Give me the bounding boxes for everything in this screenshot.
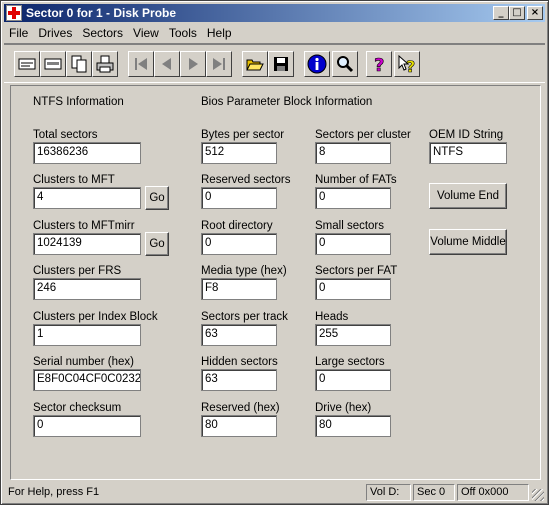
close-button[interactable]: × bbox=[527, 6, 543, 20]
go-mft-button[interactable]: Go bbox=[145, 186, 169, 210]
save-icon[interactable] bbox=[268, 51, 294, 77]
sectors-per-cluster-label: Sectors per cluster bbox=[315, 129, 411, 141]
clusters-to-mftmirr-field[interactable]: 1024139 bbox=[33, 233, 141, 255]
status-sector: Sec 0 bbox=[413, 484, 455, 501]
title-bar[interactable]: Sector 0 for 1 - Disk Probe _ □ × bbox=[4, 4, 545, 22]
serial-number-label: Serial number (hex) bbox=[33, 356, 134, 368]
menu-bar: File Drives Sectors View Tools Help bbox=[4, 24, 545, 42]
svg-text:?: ? bbox=[374, 55, 384, 74]
number-of-fats-label: Number of FATs bbox=[315, 174, 397, 186]
clusters-to-mft-label: Clusters to MFT bbox=[33, 174, 115, 186]
sector-info-panel: NTFS Information Total sectors 16386236 … bbox=[10, 85, 541, 480]
media-type-label: Media type (hex) bbox=[201, 265, 287, 277]
clusters-per-index-block-label: Clusters per Index Block bbox=[33, 311, 158, 323]
root-directory-field[interactable]: 0 bbox=[201, 233, 277, 255]
menu-sectors[interactable]: Sectors bbox=[77, 26, 128, 40]
menu-help[interactable]: Help bbox=[202, 26, 237, 40]
resize-grip[interactable] bbox=[532, 489, 544, 501]
sectors-per-fat-label: Sectors per FAT bbox=[315, 265, 398, 277]
ntfs-heading: NTFS Information bbox=[33, 96, 124, 108]
hidden-sectors-label: Hidden sectors bbox=[201, 356, 278, 368]
volume-middle-button[interactable]: Volume Middle bbox=[429, 229, 507, 255]
heads-label: Heads bbox=[315, 311, 349, 323]
go-mftmirr-button[interactable]: Go bbox=[145, 232, 169, 256]
help-icon[interactable]: ? bbox=[366, 51, 392, 77]
reserved-hex-field[interactable]: 80 bbox=[201, 415, 277, 437]
reserved-sectors-label: Reserved sectors bbox=[201, 174, 291, 186]
menu-tools[interactable]: Tools bbox=[164, 26, 202, 40]
status-volume: Vol D: bbox=[366, 484, 411, 501]
sector-checksum-field[interactable]: 0 bbox=[33, 415, 141, 437]
clusters-to-mft-field[interactable]: 4 bbox=[33, 187, 141, 209]
status-bar: For Help, press F1 Vol D: Sec 0 Off 0x00… bbox=[4, 482, 545, 502]
bytes-per-sector-label: Bytes per sector bbox=[201, 129, 285, 141]
menu-view[interactable]: View bbox=[128, 26, 164, 40]
write-sector-icon[interactable] bbox=[40, 51, 66, 77]
menu-drives[interactable]: Drives bbox=[33, 26, 77, 40]
volume-end-button[interactable]: Volume End bbox=[429, 183, 507, 209]
small-sectors-label: Small sectors bbox=[315, 220, 385, 232]
sectors-per-track-field[interactable]: 63 bbox=[201, 324, 277, 346]
window-title: Sector 0 for 1 - Disk Probe bbox=[26, 6, 177, 20]
reserved-sectors-field[interactable]: 0 bbox=[201, 187, 277, 209]
read-sector-icon[interactable] bbox=[14, 51, 40, 77]
hidden-sectors-field[interactable]: 63 bbox=[201, 369, 277, 391]
bpb-heading: Bios Parameter Block Information bbox=[201, 96, 373, 108]
toolbar: ? ? bbox=[4, 43, 545, 83]
first-sector-icon[interactable] bbox=[128, 51, 154, 77]
serial-number-field[interactable]: E8F0C04CF0C02324 bbox=[33, 369, 141, 391]
sectors-per-cluster-field[interactable]: 8 bbox=[315, 142, 391, 164]
open-file-icon[interactable] bbox=[242, 51, 268, 77]
small-sectors-field[interactable]: 0 bbox=[315, 233, 391, 255]
reserved-hex-label: Reserved (hex) bbox=[201, 402, 280, 414]
clusters-per-frs-field[interactable]: 246 bbox=[33, 278, 141, 300]
svg-text:?: ? bbox=[406, 57, 415, 74]
info-icon[interactable] bbox=[304, 51, 330, 77]
number-of-fats-field[interactable]: 0 bbox=[315, 187, 391, 209]
copy-icon[interactable] bbox=[66, 51, 92, 77]
oem-id-field[interactable]: NTFS bbox=[429, 142, 507, 164]
root-directory-label: Root directory bbox=[201, 220, 273, 232]
sectors-per-track-label: Sectors per track bbox=[201, 311, 288, 323]
minimize-button[interactable]: _ bbox=[493, 6, 509, 20]
clusters-to-mftmirr-label: Clusters to MFTmirr bbox=[33, 220, 135, 232]
context-help-icon[interactable]: ? bbox=[394, 51, 420, 77]
find-icon[interactable] bbox=[332, 51, 358, 77]
app-icon bbox=[6, 5, 22, 21]
total-sectors-field[interactable]: 16386236 bbox=[33, 142, 141, 164]
status-offset: Off 0x000 bbox=[457, 484, 529, 501]
clusters-per-index-block-field[interactable]: 1 bbox=[33, 324, 141, 346]
maximize-button[interactable]: □ bbox=[509, 6, 525, 20]
drive-hex-label: Drive (hex) bbox=[315, 402, 372, 414]
bytes-per-sector-field[interactable]: 512 bbox=[201, 142, 277, 164]
disk-probe-window: Sector 0 for 1 - Disk Probe _ □ × File D… bbox=[0, 0, 549, 505]
status-help-text: For Help, press F1 bbox=[8, 486, 100, 498]
large-sectors-label: Large sectors bbox=[315, 356, 385, 368]
oem-id-label: OEM ID String bbox=[429, 129, 504, 141]
previous-sector-icon[interactable] bbox=[154, 51, 180, 77]
total-sectors-label: Total sectors bbox=[33, 129, 98, 141]
last-sector-icon[interactable] bbox=[206, 51, 232, 77]
menu-file[interactable]: File bbox=[4, 26, 33, 40]
window-controls: _ □ × bbox=[493, 6, 543, 20]
media-type-field[interactable]: F8 bbox=[201, 278, 277, 300]
print-icon[interactable] bbox=[92, 51, 118, 77]
heads-field[interactable]: 255 bbox=[315, 324, 391, 346]
drive-hex-field[interactable]: 80 bbox=[315, 415, 391, 437]
sectors-per-fat-field[interactable]: 0 bbox=[315, 278, 391, 300]
sector-checksum-label: Sector checksum bbox=[33, 402, 122, 414]
next-sector-icon[interactable] bbox=[180, 51, 206, 77]
large-sectors-field[interactable]: 0 bbox=[315, 369, 391, 391]
clusters-per-frs-label: Clusters per FRS bbox=[33, 265, 122, 277]
